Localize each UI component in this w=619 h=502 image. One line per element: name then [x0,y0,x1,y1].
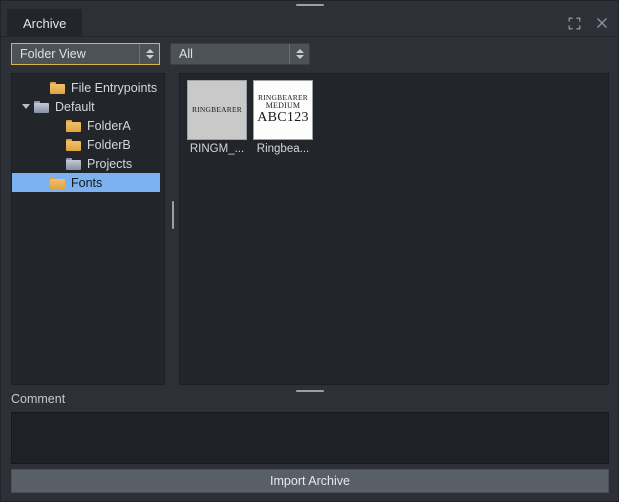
folder-icon [34,100,49,113]
type-filter-value: All [179,47,193,61]
chevron-updown-icon[interactable] [289,44,309,64]
tree-item-file-entrypoints[interactable]: File Entrypoints [12,78,164,97]
top-splitter[interactable] [1,1,618,9]
file-label: Ringbea... [256,143,310,155]
expander-caret-down-icon[interactable] [18,104,34,109]
folder-icon [50,81,65,94]
tree-item-fonts[interactable]: Fonts [12,173,160,192]
thumbnail-preview-line: MEDIUM [265,100,301,110]
tree-item-projects[interactable]: Projects [12,154,164,173]
thumbnail-preview-line: ABC123 [257,110,309,126]
tree-item-label: FolderA [87,118,131,133]
thumbnail-preview-line: RINGBEARER [192,105,242,115]
tab-archive-label: Archive [23,15,67,31]
comment-label: Comment [11,392,66,406]
file-item[interactable]: RINGBEARER MEDIUM ABC123 Ringbea... [252,80,314,155]
comment-input[interactable] [11,412,609,464]
vertical-splitter-grip[interactable] [172,201,174,229]
file-item[interactable]: RINGBEARER RINGM_... [186,80,248,155]
file-thumbnail: RINGBEARER [187,80,247,140]
tree-item-label: FolderB [87,137,131,152]
import-archive-button[interactable]: Import Archive [11,469,609,493]
tree-item-label: File Entrypoints [71,80,158,95]
view-mode-value: Folder View [20,47,86,61]
bottom-splitter[interactable] [1,387,618,395]
tab-bar: Archive [1,9,618,37]
tree-item-label: Fonts [71,175,103,190]
chevron-updown-icon[interactable] [139,44,159,64]
folder-icon [66,119,81,132]
view-mode-select[interactable]: Folder View [11,43,160,65]
splitter-grip[interactable] [296,4,324,6]
filter-toolbar: Folder View All [11,43,609,65]
tree-item-default[interactable]: Default [12,97,164,116]
file-grid: RINGBEARER RINGM_... RINGBEARER MEDIUM ABC12… [186,80,608,155]
archive-dialog: Archive Folder View All File Entrypoints… [0,0,619,502]
import-archive-label: Import Archive [270,474,350,488]
type-filter-select[interactable]: All [170,43,310,65]
tree-item-foldera[interactable]: FolderA [12,116,164,135]
folder-icon [50,176,65,189]
file-thumbnail: RINGBEARER MEDIUM ABC123 [253,80,313,140]
folder-icon [66,138,81,151]
folder-icon [66,157,81,170]
tree-item-label: Default [55,99,95,114]
file-list-panel[interactable]: RINGBEARER RINGM_... RINGBEARER MEDIUM ABC12… [179,73,609,385]
file-label: RINGM_... [189,143,245,155]
browser-area: File Entrypoints Default FolderA FolderB Pro… [11,73,609,387]
splitter-grip[interactable] [296,390,324,392]
window-controls [566,9,610,37]
tab-archive[interactable]: Archive [7,9,83,37]
tree-item-folderb[interactable]: FolderB [12,135,164,154]
tree-item-label: Projects [87,156,133,171]
expand-icon[interactable] [566,15,582,31]
folder-tree-panel[interactable]: File Entrypoints Default FolderA FolderB Pro… [11,73,165,385]
close-icon[interactable] [594,15,610,31]
folder-tree: File Entrypoints Default FolderA FolderB Pro… [12,74,164,192]
